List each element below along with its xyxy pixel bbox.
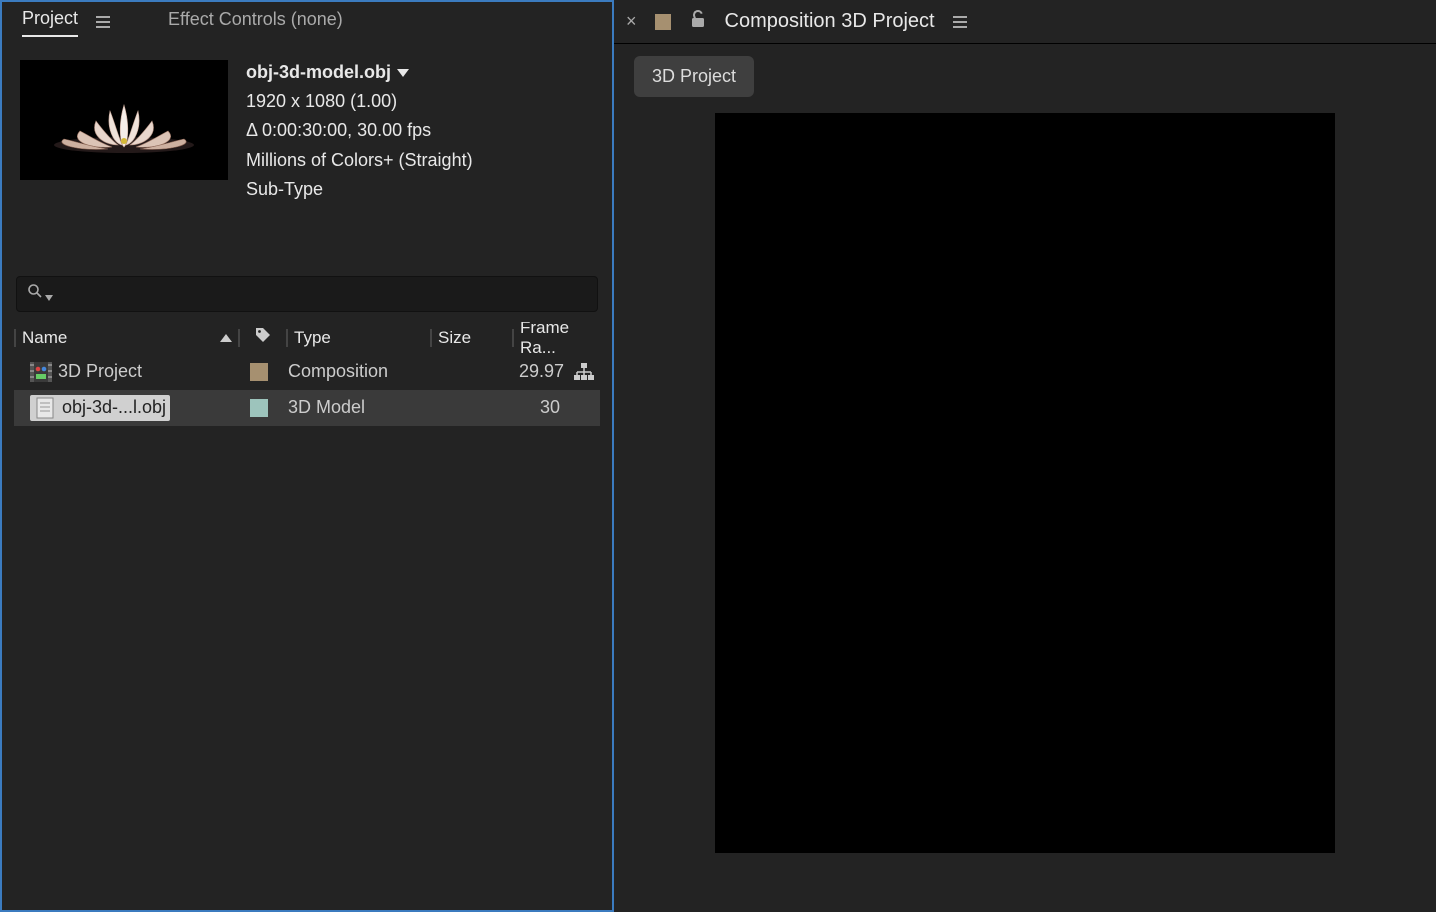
tag-icon xyxy=(254,326,272,349)
preview-thumbnail[interactable] xyxy=(20,60,228,180)
chevron-down-icon xyxy=(45,295,53,301)
table-row[interactable]: 3D Project Composition 29.97 xyxy=(14,354,600,390)
composition-tab-row: 3D Project xyxy=(614,44,1436,109)
panel-menu-icon[interactable] xyxy=(96,16,110,28)
row-framerate: 29.97 xyxy=(519,361,564,382)
label-swatch[interactable] xyxy=(250,399,268,417)
search-row xyxy=(2,212,612,322)
preview-filename: obj-3d-model.obj xyxy=(246,60,391,85)
preview-subtype: Sub-Type xyxy=(246,177,473,202)
search-input[interactable] xyxy=(16,276,598,312)
search-icon xyxy=(27,283,43,304)
column-framerate[interactable]: Frame Ra... xyxy=(514,322,600,358)
composition-panel: × Composition 3D Project 3D Project xyxy=(614,0,1436,912)
composition-viewer[interactable] xyxy=(614,109,1436,912)
sort-ascending-icon xyxy=(220,334,232,342)
preview-colors: Millions of Colors+ (Straight) xyxy=(246,148,473,173)
table-row[interactable]: obj-3d-...l.obj 3D Model 30 xyxy=(14,390,600,426)
close-icon[interactable]: × xyxy=(626,11,637,32)
row-type: 3D Model xyxy=(288,397,365,418)
row-name-selected: obj-3d-...l.obj xyxy=(30,395,170,421)
panel-menu-icon[interactable] xyxy=(953,16,967,28)
column-size[interactable]: Size xyxy=(432,328,512,348)
flowchart-icon xyxy=(574,363,594,381)
column-type[interactable]: Type xyxy=(288,328,430,348)
file-icon xyxy=(34,397,56,419)
item-preview: obj-3d-model.obj 1920 x 1080 (1.00) Δ 0:… xyxy=(2,42,612,212)
chevron-down-icon xyxy=(397,69,409,77)
composition-tab[interactable]: 3D Project xyxy=(634,56,754,97)
row-framerate: 30 xyxy=(540,397,560,418)
row-name: 3D Project xyxy=(58,361,142,382)
project-panel-tabs: Project Effect Controls (none) xyxy=(2,2,612,42)
column-name-label: Name xyxy=(22,328,67,348)
preview-duration: Δ 0:00:30:00, 30.00 fps xyxy=(246,118,473,143)
column-framerate-label: Frame Ra... xyxy=(520,322,594,358)
column-label[interactable] xyxy=(240,326,286,349)
unlock-icon[interactable] xyxy=(689,9,707,34)
column-name[interactable]: Name xyxy=(16,328,238,348)
column-size-label: Size xyxy=(438,328,471,348)
row-type: Composition xyxy=(288,361,388,382)
composition-title: Composition 3D Project xyxy=(725,10,935,33)
lotus-icon xyxy=(34,70,214,170)
preview-filename-row[interactable]: obj-3d-model.obj xyxy=(246,60,473,85)
composition-canvas xyxy=(715,113,1335,853)
label-swatch xyxy=(655,14,671,30)
effect-controls-tab[interactable]: Effect Controls (none) xyxy=(168,9,343,36)
preview-dimensions: 1920 x 1080 (1.00) xyxy=(246,89,473,114)
column-type-label: Type xyxy=(294,328,331,348)
preview-metadata: obj-3d-model.obj 1920 x 1080 (1.00) Δ 0:… xyxy=(246,60,473,202)
table-header: Name Type Size Frame Ra... xyxy=(14,322,600,354)
composition-panel-header: × Composition 3D Project xyxy=(614,0,1436,44)
project-table: Name Type Size Frame Ra... xyxy=(2,322,612,910)
label-swatch[interactable] xyxy=(250,363,268,381)
project-panel: Project Effect Controls (none) xyxy=(0,0,614,912)
project-tab[interactable]: Project xyxy=(22,8,78,37)
composition-icon xyxy=(30,362,52,382)
